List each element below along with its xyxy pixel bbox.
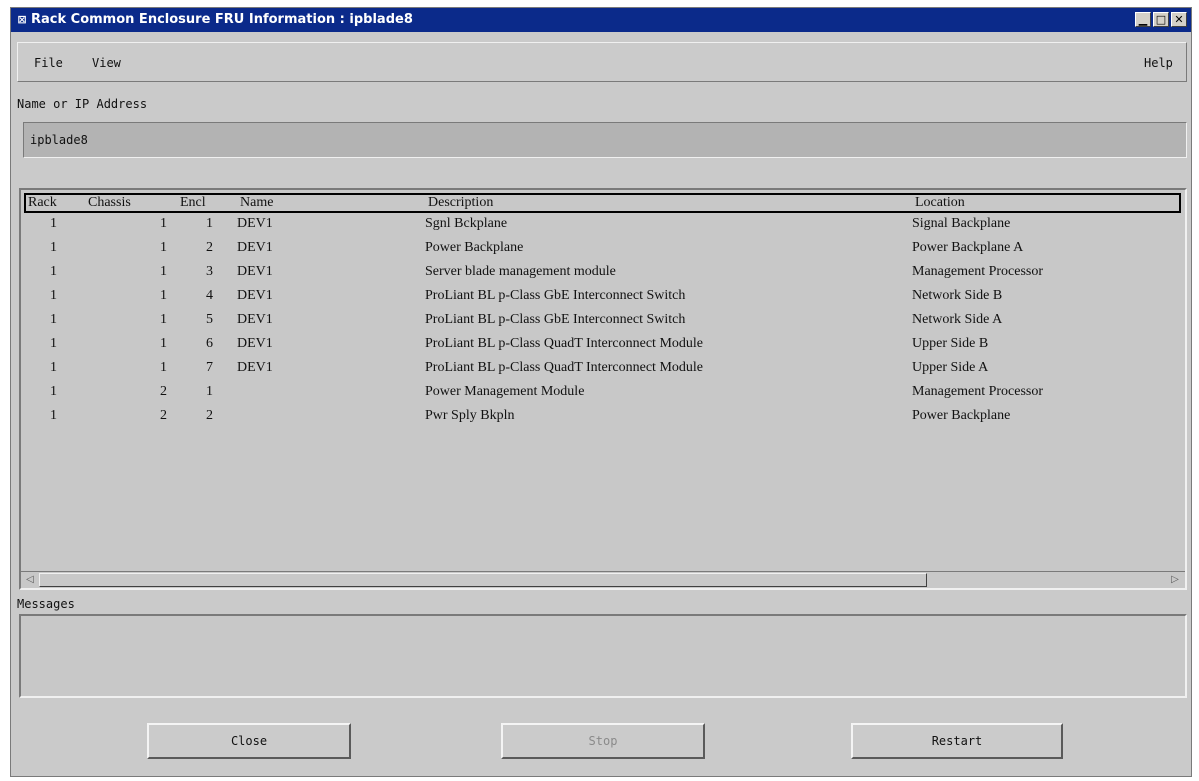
menu-help[interactable]: Help [1144,56,1173,70]
table-row[interactable]: 1 2 2 Pwr Sply Bkpln Power Backplane [21,405,1181,429]
cell-rack: 1 [50,288,57,303]
cell-location: Power Backplane [912,408,1011,423]
cell-name: DEV1 [237,240,273,255]
fru-list[interactable]: Rack Chassis Encl Name Description Locat… [19,188,1187,590]
scroll-thumb[interactable] [39,573,927,587]
cell-encl: 2 [206,408,213,423]
menu-file[interactable]: File [34,56,63,70]
cell-location: Upper Side A [912,360,989,375]
table-row[interactable]: 1 1 5 DEV1 ProLiant BL p-Class GbE Interconn… [21,309,1181,333]
cell-description: ProLiant BL p-Class GbE Interconnect Swi… [425,312,686,327]
cell-description: ProLiant BL p-Class GbE Interconnect Swi… [425,288,686,303]
cell-chassis: 1 [160,216,167,231]
minimize-button[interactable]: ▁ [1135,12,1151,27]
header-chassis: Chassis [88,195,131,210]
cell-chassis: 2 [160,408,167,423]
cell-chassis: 1 [160,360,167,375]
messages-label: Messages [17,597,75,611]
window-title: Rack Common Enclosure FRU Information : … [31,12,413,27]
cell-name: DEV1 [237,288,273,303]
scroll-right-icon[interactable]: ▷ [1167,573,1183,587]
header-rack: Rack [28,195,57,210]
cell-chassis: 1 [160,264,167,279]
table-row[interactable]: 1 1 3 DEV1 Server blade management module Man… [21,261,1181,285]
cell-rack: 1 [50,408,57,423]
table-row[interactable]: 1 1 1 DEV1 Sgnl Bckplane Signal Backplane [21,213,1181,237]
cell-encl: 3 [206,264,213,279]
cell-name: DEV1 [237,216,273,231]
cell-description: ProLiant BL p-Class QuadT Interconnect M… [425,336,703,351]
cell-description: Pwr Sply Bkpln [425,408,515,423]
cell-description: Server blade management module [425,264,616,279]
cell-location: Management Processor [912,384,1044,399]
cell-rack: 1 [50,360,57,375]
cell-rack: 1 [50,384,57,399]
cell-chassis: 2 [160,384,167,399]
table-row[interactable]: 1 2 1 Power Management Module Management Pro… [21,381,1181,405]
list-header: Rack Chassis Encl Name Description Locat… [24,193,1181,213]
cell-location: Upper Side B [912,336,989,351]
cell-location: Power Backplane A [912,240,1024,255]
cell-encl: 7 [206,360,213,375]
cell-rack: 1 [50,264,57,279]
cell-encl: 1 [206,216,213,231]
cell-location: Network Side B [912,288,1003,303]
cell-location: Management Processor [912,264,1044,279]
table-row[interactable]: 1 1 2 DEV1 Power Backplane Power Backplane A [21,237,1181,261]
scroll-left-icon[interactable]: ◁ [22,573,38,587]
menu-view[interactable]: View [92,56,121,70]
header-name: Name [240,195,274,210]
cell-rack: 1 [50,336,57,351]
messages-area[interactable] [19,614,1187,698]
cell-rack: 1 [50,312,57,327]
cell-description: Power Backplane [425,240,524,255]
cell-location: Network Side A [912,312,1003,327]
cell-description: Sgnl Bckplane [425,216,508,231]
menu-bar: File View Help [17,42,1187,82]
table-row[interactable]: 1 1 4 DEV1 ProLiant BL p-Class GbE Interconn… [21,285,1181,309]
horizontal-scrollbar[interactable]: ◁ ▷ [21,571,1185,588]
close-window-button[interactable]: ✕ [1171,12,1187,27]
cell-chassis: 1 [160,288,167,303]
header-description: Description [428,195,494,210]
cell-encl: 4 [206,288,213,303]
cell-description: ProLiant BL p-Class QuadT Interconnect M… [425,360,703,375]
cell-encl: 5 [206,312,213,327]
cell-encl: 6 [206,336,213,351]
cell-rack: 1 [50,240,57,255]
cell-chassis: 1 [160,336,167,351]
cell-encl: 2 [206,240,213,255]
header-location: Location [915,195,965,210]
address-input[interactable]: ipblade8 [23,122,1187,158]
maximize-button[interactable]: □ [1153,12,1169,27]
cell-location: Signal Backplane [912,216,1011,231]
table-row[interactable]: 1 1 7 DEV1 ProLiant BL p-Class QuadT Interco… [21,357,1181,381]
cell-name: DEV1 [237,360,273,375]
close-button[interactable]: Close [147,723,351,759]
header-encl: Encl [180,195,206,210]
table-row[interactable]: 1 1 6 DEV1 ProLiant BL p-Class QuadT Interco… [21,333,1181,357]
title-bar[interactable]: ⊠ Rack Common Enclosure FRU Information … [11,8,1191,32]
cell-rack: 1 [50,216,57,231]
address-label: Name or IP Address [17,97,148,111]
cell-encl: 1 [206,384,213,399]
cell-chassis: 1 [160,312,167,327]
fru-info-window: ⊠ Rack Common Enclosure FRU Information … [10,7,1192,777]
cell-name: DEV1 [237,264,273,279]
app-icon[interactable]: ⊠ [15,13,29,26]
stop-button[interactable]: Stop [501,723,705,759]
cell-name: DEV1 [237,312,273,327]
restart-button[interactable]: Restart [851,723,1063,759]
cell-name: DEV1 [237,336,273,351]
cell-chassis: 1 [160,240,167,255]
cell-description: Power Management Module [425,384,585,399]
